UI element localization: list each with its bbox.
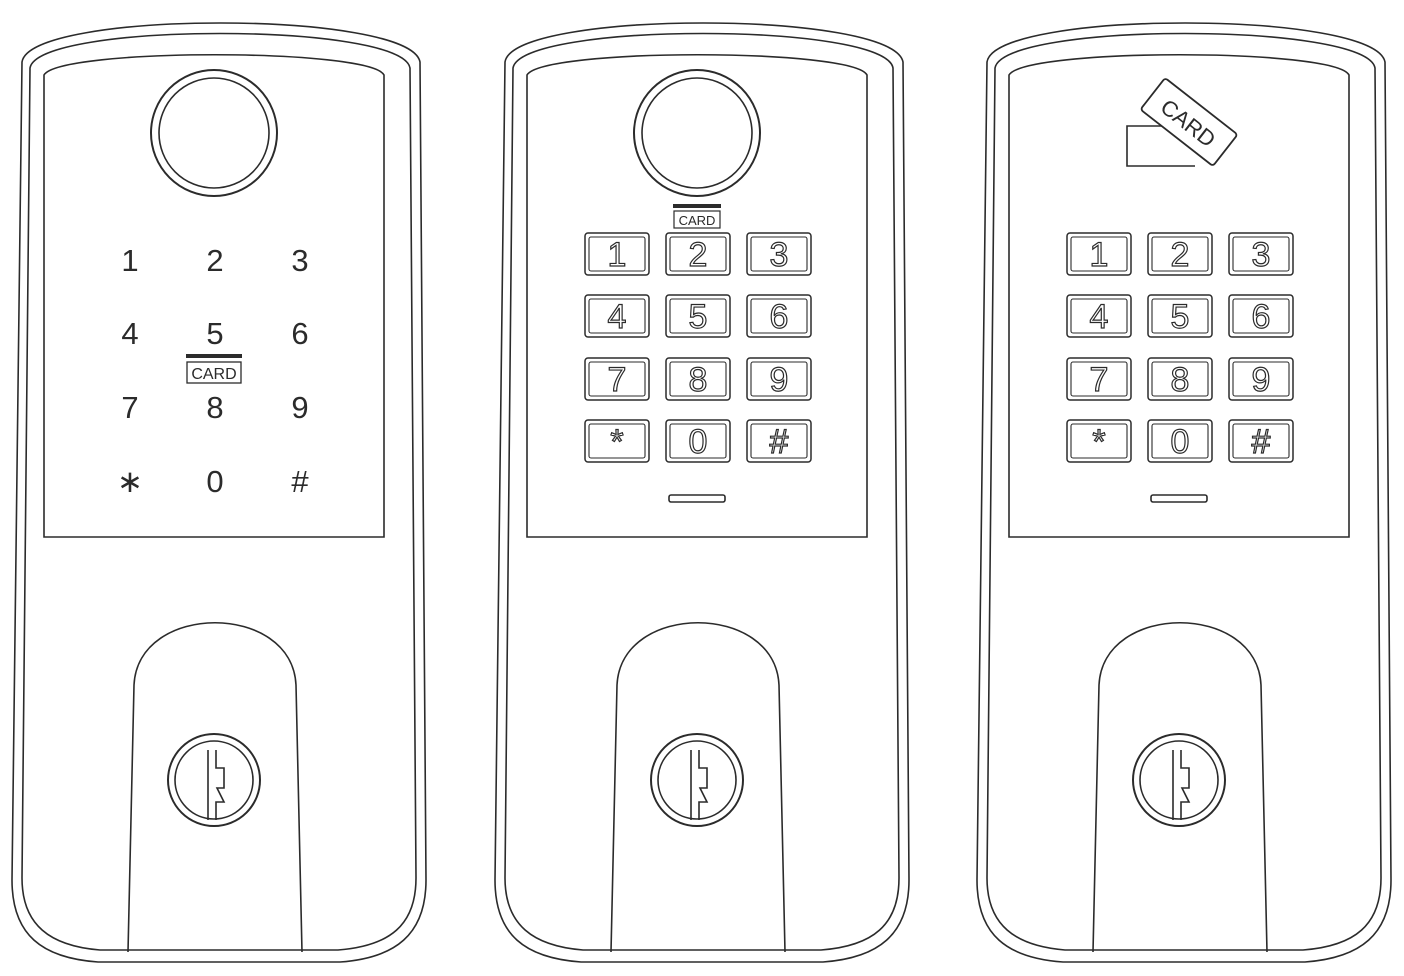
key-button-8[interactable]: 9 — [746, 357, 812, 401]
card-reader-bar — [186, 354, 242, 358]
keyhole-icon — [207, 750, 226, 820]
key-label-7[interactable]: 8 — [688, 360, 708, 399]
key-button-4[interactable]: 5 — [1147, 294, 1213, 338]
lock-drawings: 1 2 3 4 5 6 7 8 9 ∗ 0 # CARD 1 2 3 4 5 6 7 8 9 * 0 # CARD 1 2 3 4 5 6 7 8… — [11, 22, 1392, 963]
key-button-8[interactable]: 9 — [1228, 357, 1294, 401]
key-label-2[interactable]: 3 — [769, 235, 789, 274]
key-button-7[interactable]: 8 — [1147, 357, 1213, 401]
key-1[interactable]: 2 — [206, 243, 223, 278]
key-4[interactable]: 5 — [206, 316, 223, 351]
key-button-6[interactable]: 7 — [1066, 357, 1132, 401]
key-label-9[interactable]: * — [610, 422, 624, 461]
key-label-9[interactable]: * — [1092, 422, 1106, 461]
key-label-2[interactable]: 3 — [1251, 235, 1271, 274]
key-label-10[interactable]: 0 — [688, 422, 708, 461]
key-label-11[interactable]: # — [1251, 422, 1271, 461]
card-label: CARD — [679, 213, 716, 228]
key-button-5[interactable]: 6 — [746, 294, 812, 338]
key-label-6[interactable]: 7 — [607, 360, 627, 399]
key-button-0[interactable]: 1 — [1066, 232, 1132, 276]
lock-body-inner — [504, 32, 900, 951]
lock-body-outer — [976, 22, 1392, 963]
key-button-10[interactable]: 0 — [665, 419, 731, 463]
key-button-2[interactable]: 3 — [1228, 232, 1294, 276]
key-button-6[interactable]: 7 — [584, 357, 650, 401]
key-button-1[interactable]: 2 — [1147, 232, 1213, 276]
card-icon: CARD — [1140, 78, 1238, 166]
key-label-7[interactable]: 8 — [1170, 360, 1190, 399]
key-5[interactable]: 6 — [291, 316, 308, 351]
key-button-9[interactable]: * — [584, 419, 650, 463]
key-label-8[interactable]: 9 — [1251, 360, 1271, 399]
key-label-1[interactable]: 2 — [688, 235, 708, 274]
key-6[interactable]: 7 — [121, 390, 138, 425]
key-button-9[interactable]: * — [1066, 419, 1132, 463]
key-3[interactable]: 4 — [121, 316, 138, 351]
key-label-1[interactable]: 2 — [1170, 235, 1190, 274]
cylinder-housing — [610, 621, 786, 953]
key-label-0[interactable]: 1 — [1089, 235, 1109, 274]
fingerprint-sensor-outer — [633, 69, 761, 197]
keyhole-icon — [690, 750, 709, 820]
key-cylinder-inner-ring — [657, 740, 737, 820]
key-cylinder-inner-ring — [1139, 740, 1219, 820]
key-label-5[interactable]: 6 — [1251, 297, 1271, 336]
status-indicator-light — [1150, 494, 1208, 503]
key-button-3[interactable]: 4 — [584, 294, 650, 338]
key-label-0[interactable]: 1 — [607, 235, 627, 274]
key-cylinder — [167, 733, 261, 827]
front-panel — [526, 53, 868, 538]
fingerprint-sensor-outer — [150, 69, 278, 197]
key-button-4[interactable]: 5 — [665, 294, 731, 338]
keyhole-icon — [1172, 750, 1191, 820]
key-cylinder — [1132, 733, 1226, 827]
key-button-10[interactable]: 0 — [1147, 419, 1213, 463]
key-label-5[interactable]: 6 — [769, 297, 789, 336]
key-7[interactable]: 8 — [206, 390, 223, 425]
key-cylinder — [650, 733, 744, 827]
key-11[interactable]: # — [291, 464, 309, 499]
fingerprint-sensor-icon — [158, 77, 270, 189]
key-button-0[interactable]: 1 — [584, 232, 650, 276]
lock-body-inner — [986, 32, 1382, 951]
lock-body-outer — [494, 22, 910, 963]
lock-button-keypad-fingerprint: 1 2 3 4 5 6 7 8 9 * 0 # CARD — [494, 22, 910, 963]
key-2[interactable]: 3 — [291, 243, 308, 278]
key-button-5[interactable]: 6 — [1228, 294, 1294, 338]
key-label-4[interactable]: 5 — [688, 297, 708, 336]
key-0[interactable]: 1 — [121, 243, 138, 278]
key-label-4[interactable]: 5 — [1170, 297, 1190, 336]
cylinder-housing — [127, 621, 303, 953]
key-label-10[interactable]: 0 — [1170, 422, 1190, 461]
key-button-3[interactable]: 4 — [1066, 294, 1132, 338]
key-button-7[interactable]: 8 — [665, 357, 731, 401]
key-button-11[interactable]: # — [1228, 419, 1294, 463]
key-label-6[interactable]: 7 — [1089, 360, 1109, 399]
key-button-11[interactable]: # — [746, 419, 812, 463]
card-label: CARD — [191, 366, 236, 383]
cylinder-housing — [1092, 621, 1268, 953]
card-reader-bar — [673, 204, 721, 208]
key-button-1[interactable]: 2 — [665, 232, 731, 276]
lock-button-keypad-card: 1 2 3 4 5 6 7 8 9 * 0 # CARD — [976, 22, 1392, 963]
key-cylinder-inner-ring — [174, 740, 254, 820]
key-label-8[interactable]: 9 — [769, 360, 789, 399]
key-button-2[interactable]: 3 — [746, 232, 812, 276]
key-label-11[interactable]: # — [769, 422, 789, 461]
lock-comparison-diagram: 1 2 3 4 5 6 7 8 9 ∗ 0 # CARD 1 2 3 4 5 6 7 8 9 * 0 # CARD 1 2 3 4 5 6 7 8… — [0, 0, 1404, 971]
key-label-3[interactable]: 4 — [607, 297, 627, 336]
fingerprint-sensor-icon — [641, 77, 753, 189]
lock-touch-panel-fingerprint: 1 2 3 4 5 6 7 8 9 ∗ 0 # CARD — [11, 22, 427, 963]
key-8[interactable]: 9 — [291, 390, 308, 425]
key-9[interactable]: ∗ — [117, 464, 143, 499]
key-10[interactable]: 0 — [206, 464, 223, 499]
key-label-3[interactable]: 4 — [1089, 297, 1109, 336]
status-indicator-light — [668, 494, 726, 503]
